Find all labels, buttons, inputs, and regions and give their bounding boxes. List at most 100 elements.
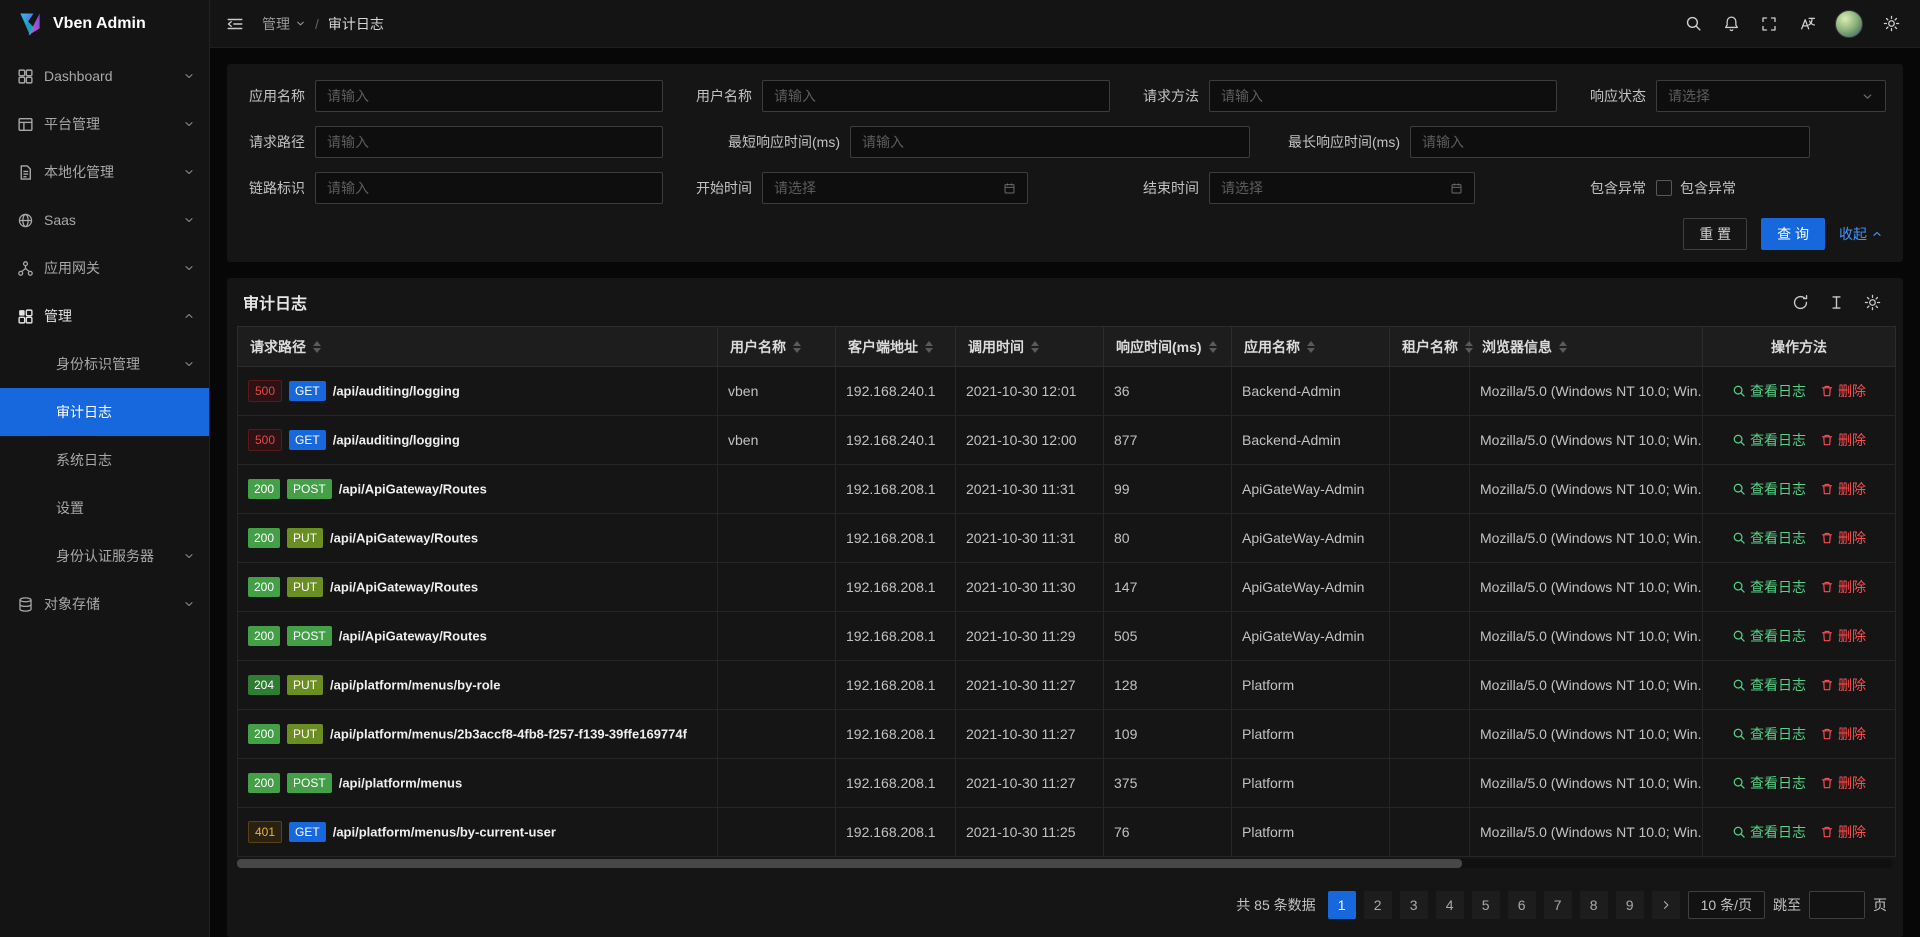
delete-button[interactable]: 删除	[1820, 822, 1866, 842]
max-response-time-input[interactable]	[1410, 126, 1810, 158]
translate-icon[interactable]	[1788, 0, 1826, 48]
page-button[interactable]: 6	[1508, 891, 1536, 919]
checkbox-label: 包含异常	[1680, 178, 1736, 198]
delete-button[interactable]: 删除	[1820, 675, 1866, 695]
sidebar-item-identity-management[interactable]: 身份标识管理	[0, 340, 209, 388]
sidebar-item-settings[interactable]: 设置	[0, 484, 209, 532]
delete-button[interactable]: 删除	[1820, 773, 1866, 793]
breadcrumb-root-label: 管理	[262, 14, 290, 34]
request-path-input[interactable]	[315, 126, 663, 158]
view-log-button[interactable]: 查看日志	[1732, 577, 1806, 597]
page-button[interactable]: 3	[1400, 891, 1428, 919]
sort-icon[interactable]	[1307, 341, 1315, 353]
logo[interactable]: Vben Admin	[0, 0, 209, 48]
response-status-select[interactable]: 请选择	[1656, 80, 1886, 112]
col-request-path[interactable]: 请求路径	[238, 327, 718, 367]
magnifier-icon	[1732, 629, 1746, 643]
sidebar-item-auth-server[interactable]: 身份认证服务器	[0, 532, 209, 580]
col-user-name[interactable]: 用户名称	[718, 327, 836, 367]
sidebar-item-audit-log[interactable]: 审计日志	[0, 388, 209, 436]
column-settings-icon[interactable]	[1864, 294, 1881, 311]
settings-icon[interactable]	[1872, 0, 1910, 48]
sort-icon[interactable]	[1559, 341, 1567, 353]
col-app-name[interactable]: 应用名称	[1232, 327, 1390, 367]
page-button[interactable]: 7	[1544, 891, 1572, 919]
app-name-cell: Platform	[1232, 759, 1390, 808]
trace-id-input[interactable]	[315, 172, 663, 204]
next-page-button[interactable]	[1652, 891, 1680, 919]
delete-button[interactable]: 删除	[1820, 626, 1866, 646]
include-exception-checkbox[interactable]	[1656, 180, 1672, 196]
delete-button[interactable]: 删除	[1820, 479, 1866, 499]
refresh-icon[interactable]	[1792, 294, 1809, 311]
sort-icon[interactable]	[793, 341, 801, 353]
min-response-time-input[interactable]	[850, 126, 1250, 158]
sidebar-item-platform[interactable]: 平台管理	[0, 100, 209, 148]
table-header-row: 请求路径 用户名称 客户端地址 调用时间 响应时间(ms) 应用名称 租户名称 …	[238, 327, 1896, 367]
app-name-input[interactable]	[315, 80, 663, 112]
fullscreen-icon[interactable]	[1750, 0, 1788, 48]
jump-page-input[interactable]	[1809, 891, 1865, 919]
page-button[interactable]: 8	[1580, 891, 1608, 919]
page-button[interactable]: 2	[1364, 891, 1392, 919]
search-icon[interactable]	[1674, 0, 1712, 48]
magnifier-icon	[1732, 678, 1746, 692]
sort-icon[interactable]	[1209, 341, 1217, 353]
page-button[interactable]: 4	[1436, 891, 1464, 919]
delete-button[interactable]: 删除	[1820, 381, 1866, 401]
sidebar-item-localization[interactable]: 本地化管理	[0, 148, 209, 196]
col-browser[interactable]: 浏览器信息	[1470, 327, 1703, 367]
col-client-ip[interactable]: 客户端地址	[836, 327, 956, 367]
row-height-icon[interactable]	[1828, 294, 1845, 311]
sidebar-item-system-log[interactable]: 系统日志	[0, 436, 209, 484]
sidebar-item-gateway[interactable]: 应用网关	[0, 244, 209, 292]
col-elapsed[interactable]: 响应时间(ms)	[1104, 327, 1232, 367]
view-log-button[interactable]: 查看日志	[1732, 381, 1806, 401]
sort-icon[interactable]	[1031, 341, 1039, 353]
call-time-cell: 2021-10-30 11:29	[956, 612, 1104, 661]
page-size-select[interactable]: 10 条/页	[1688, 891, 1765, 919]
elapsed-cell: 505	[1104, 612, 1232, 661]
delete-button[interactable]: 删除	[1820, 528, 1866, 548]
view-log-button[interactable]: 查看日志	[1732, 724, 1806, 744]
delete-button[interactable]: 删除	[1820, 724, 1866, 744]
sidebar-item-object-storage[interactable]: 对象存储	[0, 580, 209, 628]
user-name-input[interactable]	[762, 80, 1110, 112]
view-log-button[interactable]: 查看日志	[1732, 430, 1806, 450]
reset-button[interactable]: 重 置	[1683, 218, 1747, 250]
view-log-button[interactable]: 查看日志	[1732, 479, 1806, 499]
col-call-time[interactable]: 调用时间	[956, 327, 1104, 367]
method-badge: POST	[287, 626, 332, 646]
page-button[interactable]: 5	[1472, 891, 1500, 919]
menu-fold-icon[interactable]	[226, 15, 244, 33]
sort-icon[interactable]	[925, 341, 933, 353]
page-button[interactable]: 1	[1328, 891, 1356, 919]
view-log-button[interactable]: 查看日志	[1732, 626, 1806, 646]
search-button[interactable]: 查 询	[1761, 218, 1825, 250]
http-method-input[interactable]	[1209, 80, 1557, 112]
sort-icon[interactable]	[1465, 341, 1473, 353]
avatar[interactable]	[1835, 10, 1863, 38]
view-log-button[interactable]: 查看日志	[1732, 528, 1806, 548]
delete-button[interactable]: 删除	[1820, 430, 1866, 450]
call-time-cell: 2021-10-30 11:27	[956, 759, 1104, 808]
chevron-up-icon	[1871, 228, 1883, 240]
page-button[interactable]: 9	[1616, 891, 1644, 919]
sidebar-item-saas[interactable]: Saas	[0, 196, 209, 244]
breadcrumb-root[interactable]: 管理	[262, 14, 306, 34]
col-tenant[interactable]: 租户名称	[1390, 327, 1470, 367]
start-time-picker[interactable]: 请选择	[762, 172, 1028, 204]
sidebar-item-management[interactable]: 管理	[0, 292, 209, 340]
view-log-button[interactable]: 查看日志	[1732, 822, 1806, 842]
status-badge: 500	[248, 380, 282, 402]
end-time-picker[interactable]: 请选择	[1209, 172, 1475, 204]
scrollbar-thumb[interactable]	[237, 859, 1462, 868]
elapsed-cell: 36	[1104, 367, 1232, 416]
sidebar-item-dashboard[interactable]: Dashboard	[0, 52, 209, 100]
view-log-button[interactable]: 查看日志	[1732, 773, 1806, 793]
collapse-link[interactable]: 收起	[1839, 224, 1883, 244]
sort-icon[interactable]	[313, 341, 321, 353]
notification-icon[interactable]	[1712, 0, 1750, 48]
delete-button[interactable]: 删除	[1820, 577, 1866, 597]
view-log-button[interactable]: 查看日志	[1732, 675, 1806, 695]
